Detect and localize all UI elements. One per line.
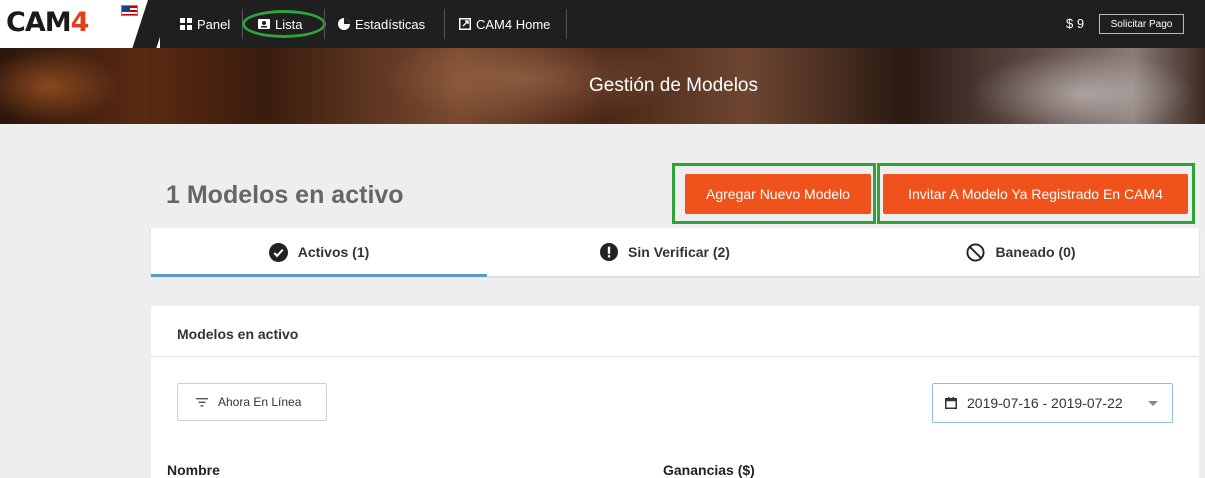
pie-chart-icon — [338, 18, 350, 30]
chevron-down-icon — [1148, 401, 1158, 406]
model-status-tabs: Activos (1) Sin Verificar (2) Baneado (0… — [151, 228, 1199, 277]
nav-item-estadisticas[interactable]: Estadísticas — [338, 0, 425, 48]
external-link-icon — [459, 18, 471, 30]
active-tab-indicator — [151, 274, 487, 277]
page-title: Gestión de Modelos — [589, 75, 758, 96]
balance-amount: $ 9 — [1066, 16, 1085, 31]
logo-text-main: CAM — [6, 7, 72, 38]
tab-activos[interactable]: Activos (1) — [151, 228, 487, 276]
grid-icon — [180, 18, 192, 30]
invite-registered-model-button[interactable]: Invitar A Modelo Ya Registrado En CAM4 — [883, 174, 1188, 214]
nav-separator — [324, 9, 325, 39]
filter-label: Ahora En Línea — [218, 395, 302, 409]
filter-icon — [196, 397, 208, 407]
active-models-panel: Modelos en activo Ahora En Línea 2019-07… — [151, 306, 1199, 478]
header-banner: Gestión de Modelos — [0, 48, 1205, 124]
date-range-picker[interactable]: 2019-07-16 - 2019-07-22 — [932, 383, 1173, 423]
top-navigation-bar: CAM4 Panel Lista Estadísticas CAM4 Home … — [0, 0, 1205, 48]
ban-icon — [966, 242, 985, 262]
check-circle-icon — [268, 242, 288, 262]
tab-sin-verificar[interactable]: Sin Verificar (2) — [487, 228, 843, 276]
add-new-model-button[interactable]: Agregar Nuevo Modelo — [685, 174, 871, 214]
online-now-filter-button[interactable]: Ahora En Línea — [177, 383, 327, 421]
nav-item-label: Estadísticas — [355, 16, 426, 32]
tab-label: Sin Verificar (2) — [628, 244, 730, 260]
active-models-heading: 1 Modelos en activo — [166, 181, 404, 209]
tab-baneado[interactable]: Baneado (0) — [843, 228, 1199, 276]
nav-item-label: Panel — [197, 16, 231, 32]
exclamation-circle-icon — [600, 243, 619, 261]
nav-item-label: CAM4 Home — [476, 16, 551, 32]
date-range-value: 2019-07-16 - 2019-07-22 — [967, 395, 1123, 411]
request-payout-button[interactable]: Solicitar Pago — [1099, 14, 1184, 34]
nav-item-panel[interactable]: Panel — [180, 0, 230, 48]
tab-label: Baneado (0) — [995, 244, 1076, 260]
panel-title: Modelos en activo — [177, 326, 299, 342]
nav-item-cam4-home[interactable]: CAM4 Home — [459, 0, 550, 48]
logo-text-accent: 4 — [70, 7, 90, 38]
tab-label: Activos (1) — [297, 244, 370, 260]
nav-separator — [444, 9, 445, 39]
lista-highlight-annotation — [242, 10, 326, 38]
panel-divider — [151, 356, 1199, 357]
column-header-ganancias[interactable]: Ganancias ($) — [663, 462, 755, 478]
column-header-nombre[interactable]: Nombre — [167, 462, 220, 478]
nav-separator — [566, 9, 567, 39]
us-flag-icon — [121, 5, 138, 16]
calendar-icon — [945, 397, 957, 409]
